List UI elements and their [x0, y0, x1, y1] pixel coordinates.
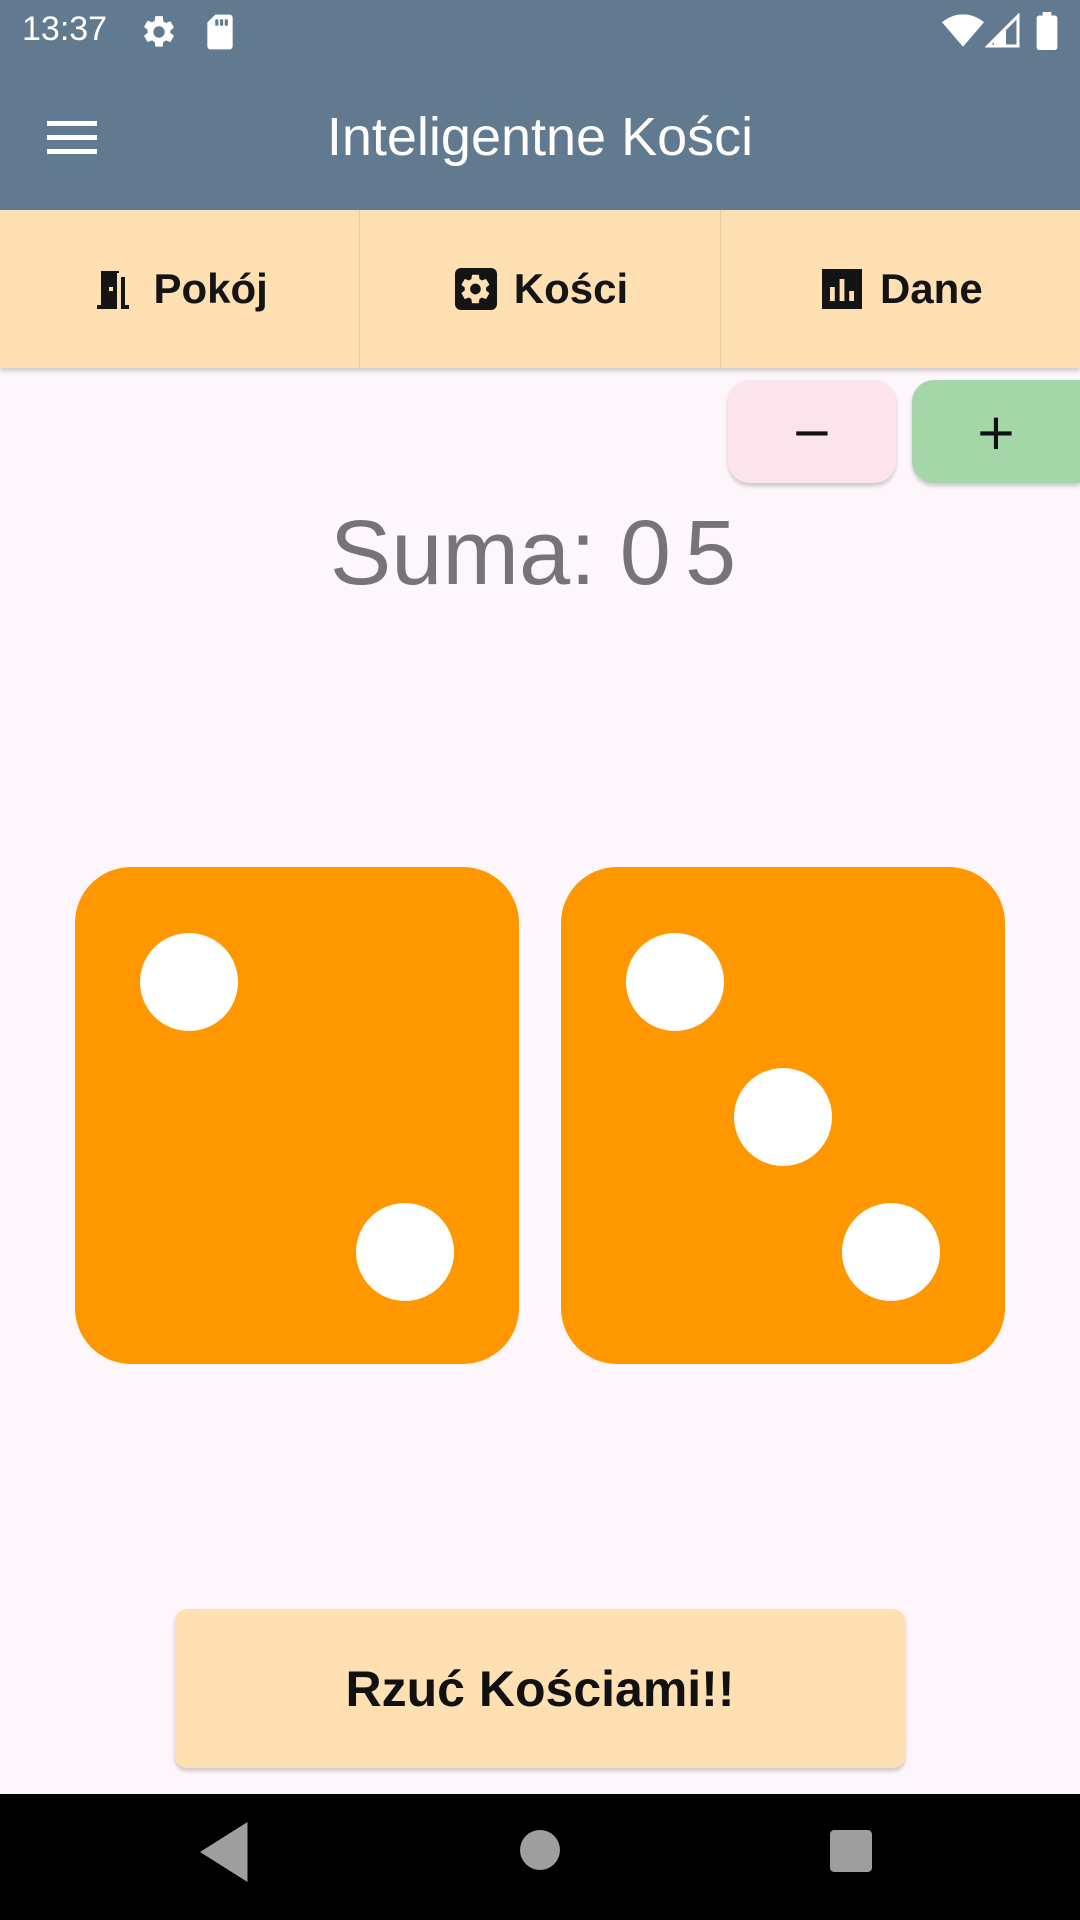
die-pip: [356, 1203, 454, 1301]
tab-label: Dane: [879, 265, 983, 312]
door-icon: [97, 271, 130, 309]
recents-icon[interactable]: [830, 1830, 872, 1872]
tab-kosci[interactable]: Kości: [360, 210, 721, 368]
die-pip: [734, 1068, 832, 1166]
decrease-dice-button[interactable]: −: [728, 380, 896, 483]
back-icon[interactable]: [200, 1822, 250, 1882]
tab-dane[interactable]: Dane: [721, 210, 1080, 368]
status-time: 13:37: [22, 10, 108, 48]
die-pip: [140, 933, 238, 1031]
die-pip: [842, 1203, 940, 1301]
increase-dice-button[interactable]: +: [912, 380, 1080, 483]
settings-icon: [454, 268, 497, 310]
status-bar: 13:37: [0, 0, 1080, 63]
sd-card-icon: [207, 14, 233, 50]
bar-chart-icon: [821, 269, 862, 309]
nav-bar: [0, 1794, 1080, 1920]
die-1[interactable]: [75, 867, 519, 1364]
sum-label: Suma:: [329, 501, 596, 604]
die-2[interactable]: [561, 867, 1005, 1364]
menu-button[interactable]: [38, 103, 108, 173]
tab-label: Kości: [513, 265, 629, 312]
menu-icon: [47, 121, 97, 154]
gear-icon: [144, 16, 174, 47]
roll-dice-button[interactable]: Rzuć Kościami!!: [175, 1609, 905, 1768]
signal-icon: [985, 13, 1020, 48]
sum-display: Suma: 05: [0, 498, 1080, 608]
die-pip: [626, 933, 724, 1031]
tab-bar: Pokój Kości Dane: [0, 210, 1080, 368]
wifi-icon: [942, 14, 984, 47]
home-icon[interactable]: [520, 1830, 560, 1870]
app-bar: Inteligentne Kości: [0, 63, 1080, 210]
tab-pokoj[interactable]: Pokój: [0, 210, 361, 368]
sum-value: 05: [619, 501, 751, 604]
battery-icon: [1036, 12, 1058, 50]
tab-label: Pokój: [153, 265, 268, 312]
app-title: Inteligentne Kości: [326, 106, 754, 167]
